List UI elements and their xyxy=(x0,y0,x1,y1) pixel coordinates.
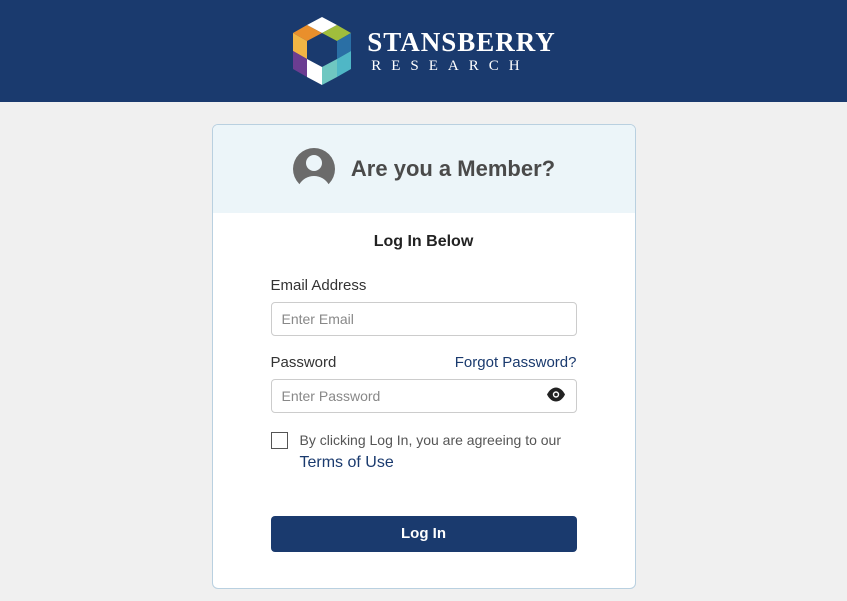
eye-icon xyxy=(547,390,565,405)
email-input[interactable] xyxy=(271,302,577,336)
forgot-password-link[interactable]: Forgot Password? xyxy=(455,354,577,371)
terms-checkbox[interactable] xyxy=(271,432,288,449)
brand-subtitle: RESEARCH xyxy=(367,58,556,75)
card-body: Log In Below Email Address Password Forg… xyxy=(213,213,635,588)
password-label: Password xyxy=(271,354,337,371)
toggle-password-visibility-button[interactable] xyxy=(545,386,567,407)
brand-logo: STANSBERRY RESEARCH xyxy=(291,15,556,87)
email-label: Email Address xyxy=(271,277,577,294)
user-icon xyxy=(292,147,336,191)
card-header: Are you a Member? xyxy=(213,125,635,213)
member-question: Are you a Member? xyxy=(351,156,555,182)
site-header: STANSBERRY RESEARCH xyxy=(0,0,847,102)
password-input[interactable] xyxy=(271,379,577,413)
cube-logo-icon xyxy=(291,15,353,87)
terms-text: By clicking Log In, you are agreeing to … xyxy=(300,431,562,474)
terms-prefix: By clicking Log In, you are agreeing to … xyxy=(300,432,562,448)
brand-name: STANSBERRY xyxy=(367,27,556,58)
login-card: Are you a Member? Log In Below Email Add… xyxy=(212,124,636,589)
login-below-heading: Log In Below xyxy=(271,233,577,251)
login-button[interactable]: Log In xyxy=(271,516,577,552)
brand-text: STANSBERRY RESEARCH xyxy=(367,27,556,75)
terms-of-use-link[interactable]: Terms of Use xyxy=(300,452,394,474)
